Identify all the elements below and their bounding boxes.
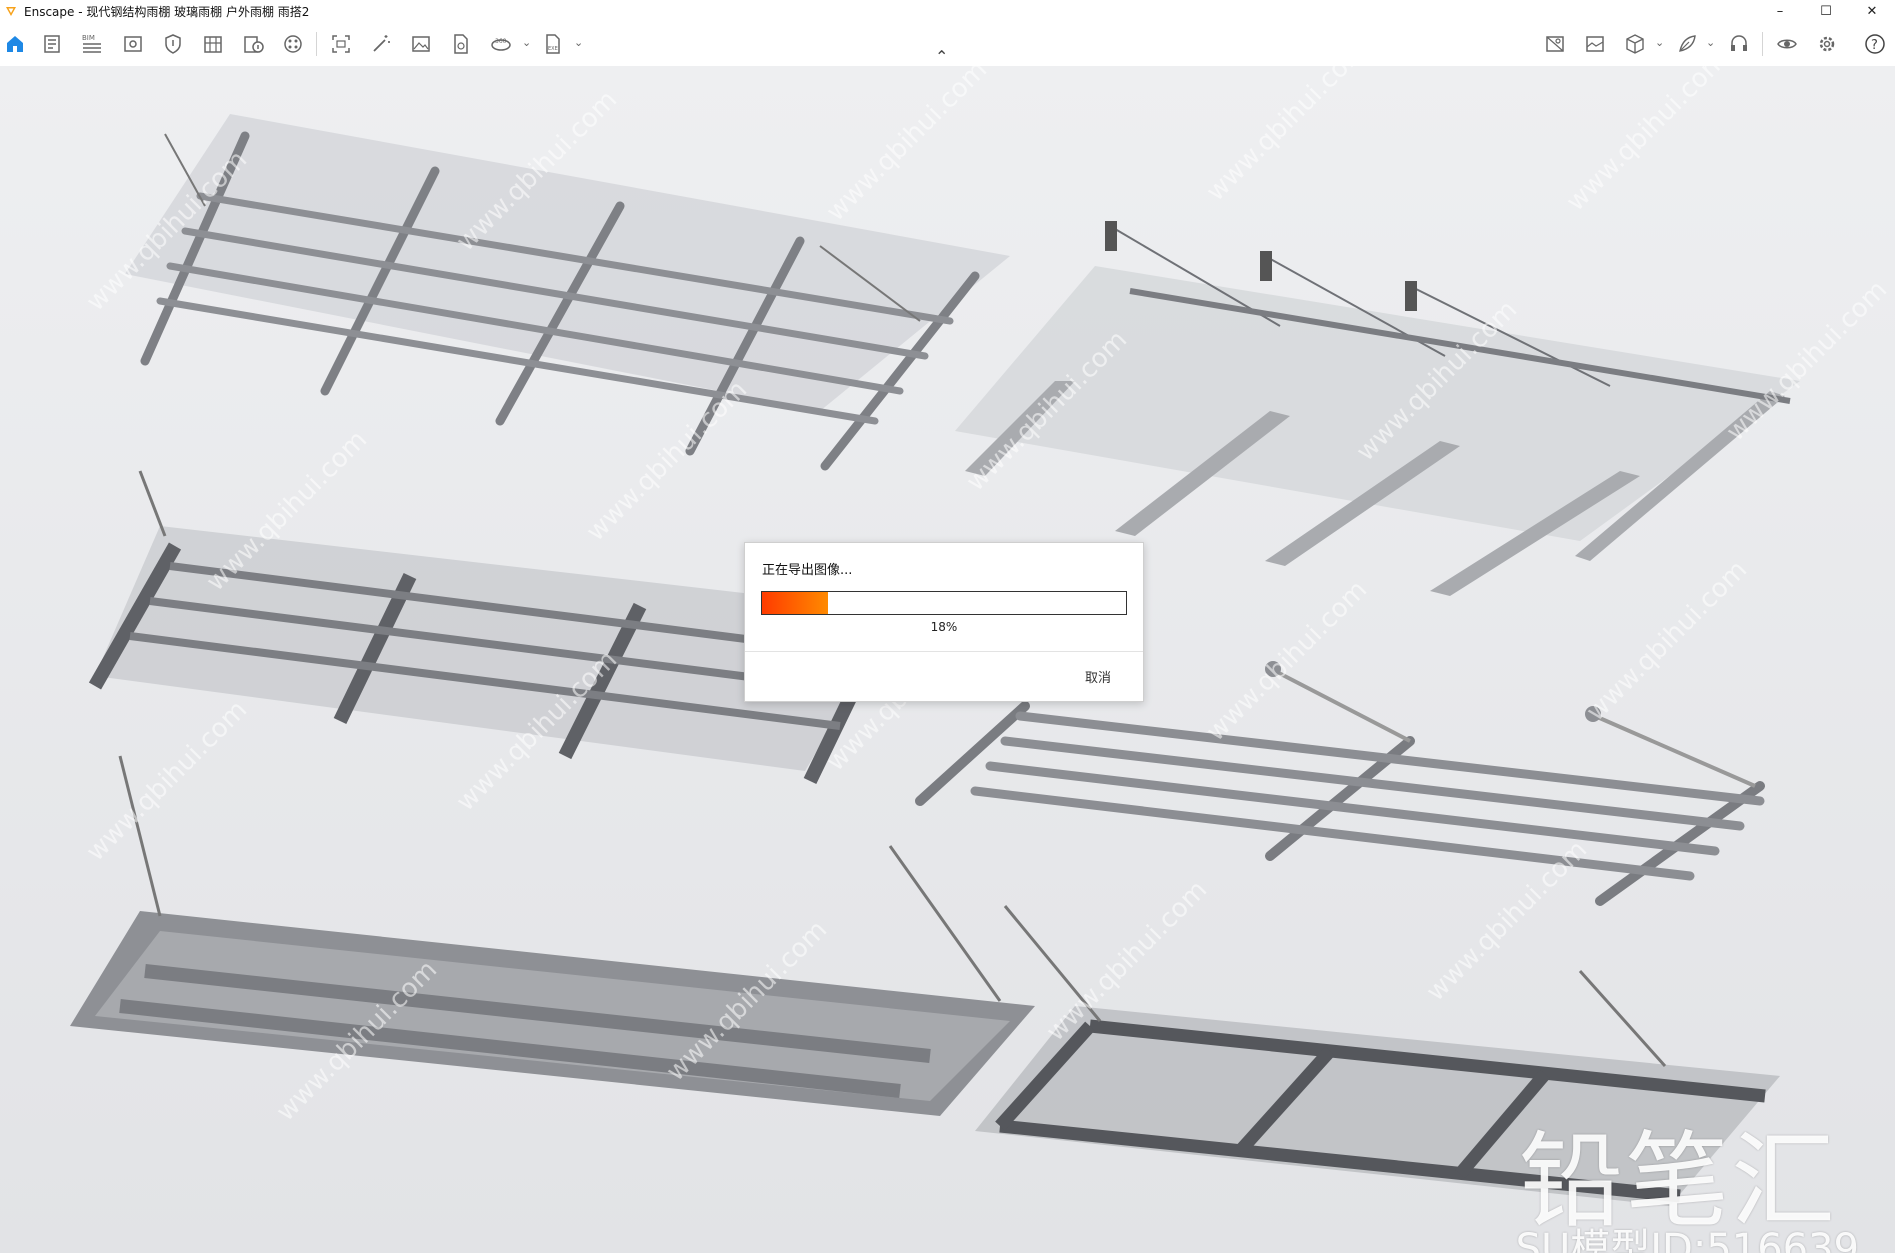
enscape-logo-icon: [6, 7, 16, 16]
export-progress-bar: [761, 591, 1127, 615]
image-icon[interactable]: [408, 31, 434, 57]
maximize-button[interactable]: ☐: [1803, 0, 1849, 22]
toolbar-separator: [316, 32, 317, 56]
svg-text:360: 360: [495, 38, 507, 45]
collapse-toolbar-chevron-icon[interactable]: ⌃: [935, 47, 948, 66]
bim-icon[interactable]: BIM: [79, 31, 105, 57]
dialog-title: 正在导出图像...: [762, 563, 853, 578]
toolbar-separator: [1762, 32, 1763, 56]
chevron-down-icon[interactable]: ⌄: [1655, 36, 1664, 49]
progress-fill: [762, 592, 828, 614]
window-title: Enscape - 现代钢结构雨棚 玻璃雨棚 户外雨棚 雨搭2: [24, 4, 310, 19]
home-icon[interactable]: [2, 31, 28, 57]
gallery-icon[interactable]: [1582, 31, 1608, 57]
help-glyph: ?: [1871, 38, 1878, 53]
progress-percent: 18%: [930, 620, 958, 634]
view-icon[interactable]: [120, 31, 146, 57]
chevron-down-icon[interactable]: ⌄: [522, 36, 531, 49]
export-progress-dialog: 正在导出图像... 18% 取消: [744, 542, 1144, 702]
screenshot-icon[interactable]: [328, 31, 354, 57]
chevron-down-icon[interactable]: ⌄: [574, 36, 583, 49]
bim-label: BIM: [82, 34, 95, 42]
cancel-button[interactable]: 取消: [1085, 667, 1111, 686]
headset-icon[interactable]: [1726, 31, 1752, 57]
window-controls: – ☐ ✕: [1757, 0, 1895, 22]
help-icon[interactable]: ?: [1862, 31, 1888, 57]
settings-icon[interactable]: [1814, 31, 1840, 57]
cube-icon[interactable]: [1622, 31, 1648, 57]
enscape-toolbar: BIM 360 ⌄ EXE ⌄ ⌃ ⌄ ⌄ ?: [0, 22, 1895, 67]
svg-text:EXE: EXE: [548, 46, 558, 52]
close-button[interactable]: ✕: [1849, 0, 1895, 22]
minimize-button[interactable]: –: [1757, 0, 1803, 22]
chevron-down-icon[interactable]: ⌄: [1706, 36, 1715, 49]
palette-icon[interactable]: [280, 31, 306, 57]
info-doc-icon[interactable]: [240, 31, 266, 57]
building-icon[interactable]: [200, 31, 226, 57]
file-export-icon[interactable]: [448, 31, 474, 57]
magic-wand-icon[interactable]: [368, 31, 394, 57]
document-icon[interactable]: [39, 31, 65, 57]
map-icon[interactable]: [1542, 31, 1568, 57]
feather-icon[interactable]: [1674, 31, 1700, 57]
watermark-model-id: SU模型ID:516639: [1515, 1226, 1859, 1253]
title-bar: Enscape - 现代钢结构雨棚 玻璃雨棚 户外雨棚 雨搭2 – ☐ ✕: [0, 0, 1895, 22]
panorama-360-icon[interactable]: 360: [488, 31, 514, 57]
shield-icon[interactable]: [160, 31, 186, 57]
exe-export-icon[interactable]: EXE: [540, 31, 566, 57]
dialog-divider: [745, 651, 1143, 652]
eye-icon[interactable]: [1774, 31, 1800, 57]
